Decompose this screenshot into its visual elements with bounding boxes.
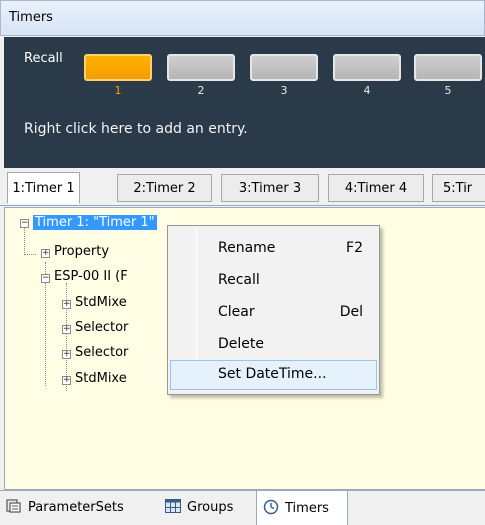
recall-slot-button[interactable] — [333, 54, 401, 81]
recall-hint: Right click here to add an entry. — [24, 121, 248, 137]
tab-label: Timers — [285, 501, 329, 516]
collapse-icon[interactable]: − — [41, 274, 50, 283]
tree-node-label[interactable]: Selector — [75, 320, 128, 335]
tree-node-label[interactable]: ESP-00 II (F — [54, 269, 128, 284]
menu-item-clear[interactable]: Clear Del — [170, 298, 377, 328]
tab-timer-2[interactable]: 2:Timer 2 — [117, 174, 212, 202]
recall-slot-number: 4 — [363, 84, 371, 97]
recall-slot-button[interactable] — [414, 54, 482, 81]
expand-icon[interactable]: + — [41, 249, 50, 258]
tab-label: ParameterSets — [28, 500, 124, 515]
recall-slot-3[interactable]: 3 — [250, 54, 318, 97]
recall-slot-5[interactable]: 5 — [414, 54, 482, 97]
menu-item-label: Set DateTime... — [218, 366, 327, 382]
tab-timer-3[interactable]: 3:Timer 3 — [221, 174, 319, 202]
tree-node-selector[interactable]: + Selector — [61, 345, 181, 365]
recall-slot-number: 1 — [114, 84, 122, 97]
tab-timer-4[interactable]: 4:Timer 4 — [328, 174, 424, 202]
tree-connector — [24, 254, 36, 255]
recall-slot-button[interactable] — [167, 54, 235, 81]
menu-item-recall[interactable]: Recall — [170, 266, 377, 296]
menu-item-label: Clear — [218, 304, 255, 320]
recall-slot-2[interactable]: 2 — [167, 54, 235, 97]
tree-node-property[interactable]: + Property — [40, 244, 180, 264]
recall-slot-button[interactable] — [250, 54, 318, 81]
tab-label: Groups — [187, 500, 234, 515]
recall-slot-number: 5 — [444, 84, 452, 97]
window-titlebar: Timers — [0, 0, 485, 36]
recall-panel[interactable]: Recall 1 2 3 4 5 Right click here to add… — [4, 37, 485, 168]
tree-node-std-mixer[interactable]: + StdMixe — [61, 371, 181, 391]
tab-groups[interactable]: Groups — [159, 491, 239, 525]
menu-item-delete[interactable]: Delete — [170, 330, 377, 360]
tree-node-label[interactable]: Property — [54, 244, 109, 259]
recall-slot-number: 3 — [280, 84, 288, 97]
clock-icon — [263, 499, 279, 515]
tree-node-label[interactable]: Timer 1: "Timer 1" — [32, 214, 158, 231]
recall-slot-4[interactable]: 4 — [333, 54, 401, 97]
expand-icon[interactable]: + — [62, 376, 71, 385]
recall-label: Recall — [24, 51, 63, 66]
recall-slot-number: 2 — [197, 84, 205, 97]
window-title: Timers — [9, 10, 53, 25]
bottom-tab-strip: ParameterSets Groups Timers — [0, 490, 485, 525]
tab-timer-5[interactable]: 5:Tir — [432, 174, 485, 202]
parameter-sets-icon — [6, 499, 21, 513]
timer-tab-strip: 1:Timer 1 2:Timer 2 3:Timer 3 4:Timer 4 … — [0, 168, 485, 206]
recall-slot-button[interactable] — [84, 54, 152, 81]
tree-node-selector[interactable]: + Selector — [61, 320, 181, 340]
menu-item-shortcut: F2 — [346, 240, 363, 256]
tree-node-label[interactable]: StdMixe — [75, 371, 127, 386]
tree-node-std-mixer[interactable]: + StdMixe — [61, 295, 181, 315]
tree-node-label[interactable]: Selector — [75, 345, 128, 360]
menu-item-label: Rename — [218, 240, 276, 256]
tab-timers[interactable]: Timers — [256, 491, 348, 525]
tab-parameter-sets[interactable]: ParameterSets — [0, 491, 130, 525]
collapse-icon[interactable]: − — [20, 219, 29, 228]
groups-icon — [165, 499, 181, 513]
menu-item-set-datetime[interactable]: Set DateTime... — [170, 360, 377, 390]
menu-item-label: Delete — [218, 336, 264, 352]
tree-node-label[interactable]: StdMixe — [75, 295, 127, 310]
expand-icon[interactable]: + — [62, 350, 71, 359]
expand-icon[interactable]: + — [62, 325, 71, 334]
tab-timer-1[interactable]: 1:Timer 1 — [7, 172, 80, 204]
context-menu: Rename F2 Recall Clear Del Delete Set Da… — [167, 225, 380, 395]
menu-item-rename[interactable]: Rename F2 — [170, 234, 377, 264]
expand-icon[interactable]: + — [62, 300, 71, 309]
recall-slot-1[interactable]: 1 — [84, 54, 152, 97]
menu-item-label: Recall — [218, 272, 260, 288]
tree-node-device[interactable]: − ESP-00 II (F — [40, 269, 180, 289]
menu-item-shortcut: Del — [339, 304, 363, 320]
